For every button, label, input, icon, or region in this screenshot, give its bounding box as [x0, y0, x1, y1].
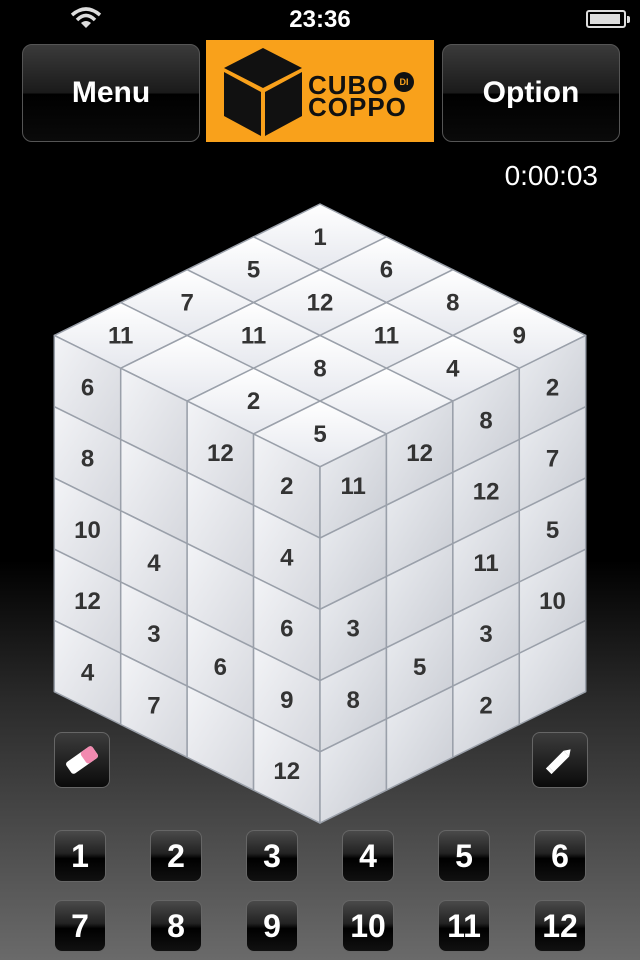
logo: CUBO COPPO DI — [206, 40, 434, 142]
eraser-button[interactable] — [54, 732, 110, 788]
status-bar: 23:36 — [0, 0, 640, 40]
cube-right-number: 12 — [406, 440, 433, 467]
cube-left-number: 9 — [280, 687, 293, 714]
key-3[interactable]: 3 — [246, 830, 298, 882]
cube-top-number: 11 — [374, 322, 399, 349]
cube-top-number: 8 — [313, 355, 326, 382]
cube-left-number: 12 — [273, 758, 300, 785]
cube-right-number: 2 — [479, 692, 492, 719]
cube-left-number: 2 — [280, 473, 293, 500]
cube-top-number: 12 — [307, 290, 334, 317]
cube-right-number: 5 — [546, 517, 559, 544]
cube-logo-icon — [224, 48, 302, 136]
key-12[interactable]: 12 — [534, 900, 586, 952]
key-6[interactable]: 6 — [534, 830, 586, 882]
cube-top-number: 4 — [446, 355, 460, 382]
cube-top-number: 8 — [446, 290, 459, 317]
cube-top-number: 1 — [313, 224, 326, 251]
cube-top-number: 9 — [513, 322, 526, 349]
key-11[interactable]: 11 — [438, 900, 490, 952]
logo-text: CUBO COPPO — [308, 70, 407, 122]
cube-right-number: 5 — [413, 654, 426, 681]
key-7[interactable]: 7 — [54, 900, 106, 952]
timer: 0:00:03 — [504, 160, 598, 191]
cube-top-number: 11 — [241, 322, 266, 349]
menu-button[interactable]: Menu — [22, 44, 200, 142]
eraser-icon — [66, 746, 98, 774]
key-5[interactable]: 5 — [438, 830, 490, 882]
cube-right-number: 2 — [546, 374, 559, 401]
key-10[interactable]: 10 — [342, 900, 394, 952]
cube-left-number: 10 — [74, 517, 101, 544]
cube-left-number: 6 — [214, 654, 227, 681]
cube-top-number: 2 — [247, 388, 260, 415]
cube-left-number: 12 — [74, 588, 101, 615]
cube-left-number: 4 — [81, 659, 95, 686]
cube-right-number: 11 — [473, 550, 498, 577]
cube-right-number: 10 — [539, 588, 566, 615]
pencil-button[interactable] — [532, 732, 588, 788]
cube-top-number: 7 — [180, 290, 193, 317]
status-time: 23:36 — [289, 6, 351, 33]
cube-left-number: 4 — [147, 550, 161, 577]
cube-left-number: 8 — [81, 446, 94, 473]
pencil-icon — [545, 749, 571, 775]
option-button[interactable]: Option — [442, 44, 620, 142]
key-2[interactable]: 2 — [150, 830, 202, 882]
cube-top-number: 6 — [380, 257, 393, 284]
cube-right-number: 12 — [473, 479, 500, 506]
cube-right-number: 3 — [479, 621, 492, 648]
logo-badge: DI — [394, 72, 414, 92]
cube-right-number: 11 — [341, 473, 366, 500]
cube-left-number: 6 — [81, 374, 94, 401]
cube-top-number: 11 — [108, 322, 133, 349]
key-4[interactable]: 4 — [342, 830, 394, 882]
key-9[interactable]: 9 — [246, 900, 298, 952]
key-8[interactable]: 8 — [150, 900, 202, 952]
cube-left-number: 12 — [207, 440, 234, 467]
cube-top-number: 5 — [247, 257, 260, 284]
cube-left-number: 4 — [280, 544, 294, 571]
cube-right-number: 7 — [546, 446, 559, 473]
cube-top-number: 5 — [313, 421, 326, 448]
cube-right-number: 8 — [347, 687, 360, 714]
key-1[interactable]: 1 — [54, 830, 106, 882]
battery-icon — [586, 10, 630, 28]
cube-left-number: 3 — [147, 621, 160, 648]
cube-right-number: 3 — [347, 616, 360, 643]
cube-right-number: 8 — [479, 407, 492, 434]
cube-left-number: 6 — [280, 616, 293, 643]
cube-left-number: 7 — [147, 692, 160, 719]
